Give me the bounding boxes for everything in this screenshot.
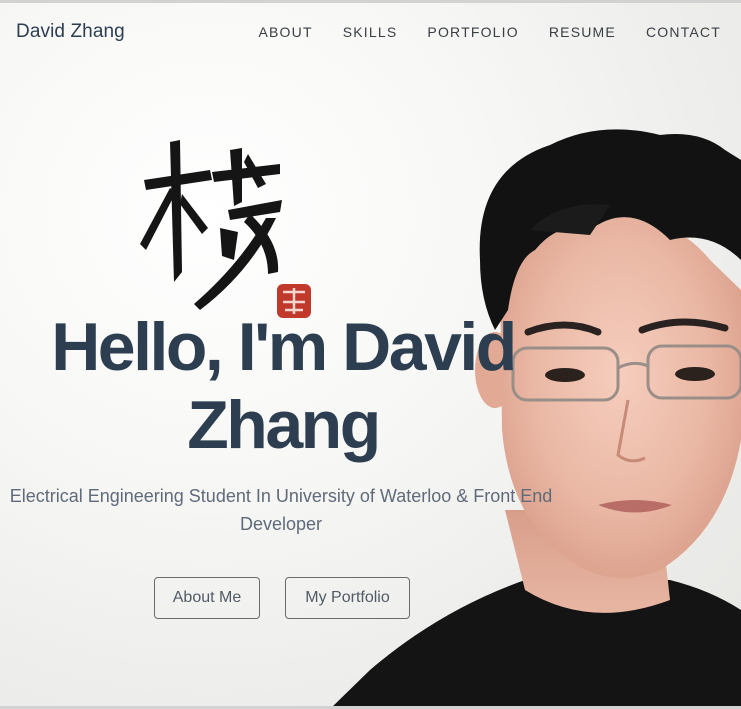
nav-link-resume[interactable]: RESUME <box>549 24 616 40</box>
nav-link-skills[interactable]: SKILLS <box>343 24 398 40</box>
brand-link[interactable]: David Zhang <box>16 21 125 43</box>
my-portfolio-button[interactable]: My Portfolio <box>285 577 410 619</box>
navbar: David Zhang ABOUT SKILLS PORTFOLIO RESUM… <box>0 0 741 66</box>
calligraphy-artwork <box>140 140 311 318</box>
nav-link-contact[interactable]: CONTACT <box>646 24 721 40</box>
page-title: Hello, I'm David Zhang <box>51 309 517 463</box>
about-me-button[interactable]: About Me <box>154 577 260 619</box>
nav-links: ABOUT SKILLS PORTFOLIO RESUME CONTACT <box>258 24 721 40</box>
nav-link-about[interactable]: ABOUT <box>258 24 312 40</box>
hero-subtitle: Electrical Engineering Student In Univer… <box>9 486 553 534</box>
hero-section: David Zhang ABOUT SKILLS PORTFOLIO RESUM… <box>0 0 741 709</box>
nav-link-portfolio[interactable]: PORTFOLIO <box>427 24 518 40</box>
